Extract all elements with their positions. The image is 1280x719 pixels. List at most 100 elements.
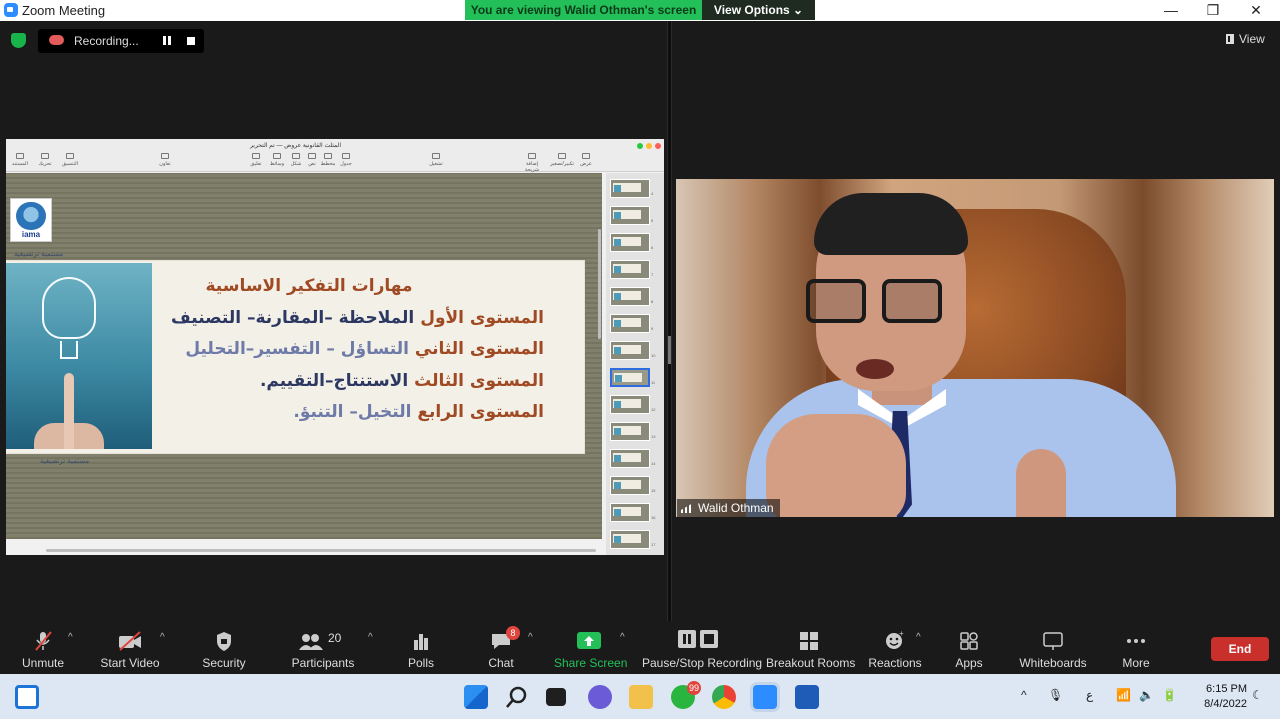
slide-thumbnail[interactable] <box>610 206 650 225</box>
slide-canvas[interactable]: iama مستمية ترتصيغية مهارات التفكير الاس… <box>6 173 602 539</box>
polls-button[interactable]: Polls <box>402 624 440 674</box>
audio-options-caret[interactable]: ^ <box>68 632 73 643</box>
slide-thumbnail-number: 5 <box>651 218 654 223</box>
teams-chat-icon[interactable] <box>588 685 612 709</box>
slide-thumbnail[interactable] <box>610 530 650 549</box>
globe-icon <box>16 202 46 230</box>
microphone-tray-icon[interactable]: 🎙 <box>1048 688 1063 702</box>
participants-button[interactable]: 20 Participants <box>290 624 356 674</box>
media-icon <box>273 153 281 159</box>
input-language[interactable]: ع <box>1086 688 1093 702</box>
participant-video[interactable] <box>676 179 1274 517</box>
shield-icon <box>217 632 231 651</box>
kn-add-slide-tool[interactable]: إضافة شريحة <box>520 153 544 173</box>
view-layout-icon <box>1226 34 1234 44</box>
slide-caption: مستمية ترتصيغية <box>40 458 90 465</box>
chat-button[interactable]: 8 Chat <box>482 624 520 674</box>
word-icon[interactable] <box>795 685 819 709</box>
pause-stop-label: Pause/Stop Recording <box>642 656 763 670</box>
split-divider[interactable] <box>667 21 672 621</box>
search-icon[interactable] <box>505 685 529 709</box>
kn-comment-label: تعليق <box>250 161 262 167</box>
reactions-options-caret[interactable]: ^ <box>916 632 921 643</box>
breakout-rooms-button[interactable]: Breakout Rooms <box>766 624 855 674</box>
slide-card: مهارات التفكير الاساسية المستوى الأول ال… <box>6 261 584 453</box>
kn-play-label: تشغيل <box>429 161 443 167</box>
kn-play-tool[interactable]: تشغيل <box>424 153 448 167</box>
slide-thumbnail[interactable] <box>610 368 650 387</box>
share-options-caret[interactable]: ^ <box>620 632 625 643</box>
lightbulb-hand-image <box>6 263 152 449</box>
volume-icon[interactable]: 🔈 <box>1139 688 1154 702</box>
minimize-button[interactable]: — <box>1156 1 1186 19</box>
kn-add-slide-label: إضافة شريحة <box>524 161 540 173</box>
slide-thumbnail[interactable] <box>610 395 650 414</box>
start-video-button[interactable]: Start Video <box>98 624 162 674</box>
polls-icon <box>414 634 428 650</box>
more-button[interactable]: More <box>1116 624 1156 674</box>
chat-badge: 8 <box>506 626 520 640</box>
unmute-button[interactable]: Unmute <box>18 624 68 674</box>
slide-thumbnail[interactable] <box>610 287 650 306</box>
slide-thumbnail[interactable] <box>610 233 650 252</box>
slide-thumbnail[interactable] <box>610 476 650 495</box>
pause-stop-recording-button[interactable]: Pause/Stop Recording <box>642 624 763 674</box>
reactions-button[interactable]: + Reactions <box>868 624 922 674</box>
close-button[interactable]: ✕ <box>1241 1 1271 19</box>
kn-view-tool[interactable]: عرض <box>574 153 598 167</box>
share-screen-button[interactable]: Share Screen <box>554 624 627 674</box>
stop-recording-icon[interactable] <box>187 37 195 45</box>
participants-options-caret[interactable]: ^ <box>368 632 373 643</box>
chat-options-caret[interactable]: ^ <box>528 632 533 643</box>
slide-thumbnail-number: 7 <box>651 272 654 277</box>
slide-thumbnail[interactable] <box>610 179 650 198</box>
end-meeting-button[interactable]: End <box>1211 637 1269 661</box>
show-hidden-icons[interactable]: ^ <box>1021 688 1027 702</box>
whatsapp-icon[interactable]: 99 <box>671 681 701 709</box>
slide-thumbnail[interactable] <box>610 503 650 522</box>
slide-thumbnail[interactable] <box>610 449 650 468</box>
slide-thumbnail[interactable] <box>610 341 650 360</box>
kn-zoom-tool[interactable]: تكبير/تصغير <box>550 153 574 167</box>
notifications-icon[interactable]: ☾ <box>1252 688 1263 702</box>
apps-button[interactable]: Apps <box>950 624 988 674</box>
task-view-icon[interactable] <box>546 688 566 706</box>
kn-format-label: التنسيق <box>61 161 79 167</box>
meeting-controls: Unmute ^ Start Video ^ Security 20 Parti… <box>0 624 1280 674</box>
slide-thumbnail-number: 8 <box>651 299 654 304</box>
battery-icon[interactable]: 🔋 <box>1162 688 1177 702</box>
view-button[interactable]: View <box>1226 32 1265 46</box>
file-explorer-icon[interactable] <box>629 685 653 709</box>
encryption-shield-icon[interactable] <box>11 33 26 48</box>
slide-thumbnail[interactable] <box>610 422 650 441</box>
kn-animate-tool[interactable]: تحريك <box>33 153 57 167</box>
snap-layout-icon[interactable] <box>15 685 39 709</box>
vertical-scrollbar[interactable] <box>598 229 601 339</box>
screen-share-banner: You are viewing Walid Othman's screen Vi… <box>465 0 815 20</box>
horizontal-scrollbar[interactable] <box>46 549 596 552</box>
slide-thumbnail-number: 16 <box>651 515 656 520</box>
video-options-caret[interactable]: ^ <box>160 632 165 643</box>
kn-media-tool[interactable]: وسائط <box>265 153 289 167</box>
kn-document-tool[interactable]: المستند <box>8 153 32 167</box>
security-button[interactable]: Security <box>200 624 248 674</box>
kn-format-tool[interactable]: التنسيق <box>58 153 82 167</box>
recording-indicator: Recording... <box>38 29 204 53</box>
kn-text-label: نص <box>308 161 316 167</box>
slide-thumbnail[interactable] <box>610 314 650 333</box>
whiteboards-button[interactable]: Whiteboards <box>1018 624 1088 674</box>
kn-collaborate-tool[interactable]: تعاون <box>153 153 177 167</box>
view-options-button[interactable]: View Options ⌄ <box>702 0 815 20</box>
slide-thumbnail[interactable] <box>610 260 650 279</box>
windows-start-icon[interactable] <box>464 685 488 709</box>
zoom-taskbar-icon[interactable] <box>753 685 777 709</box>
mouth <box>856 359 894 379</box>
hair <box>814 193 968 255</box>
restore-button[interactable]: ❐ <box>1198 1 1228 19</box>
kn-comment-tool[interactable]: تعليق <box>244 153 268 167</box>
system-clock[interactable]: 6:15 PM 8/4/2022 <box>1191 682 1247 712</box>
wifi-icon[interactable]: 📶 <box>1116 688 1131 702</box>
document-icon <box>16 153 24 159</box>
chrome-icon[interactable] <box>712 685 736 709</box>
pause-recording-icon[interactable] <box>163 36 171 45</box>
